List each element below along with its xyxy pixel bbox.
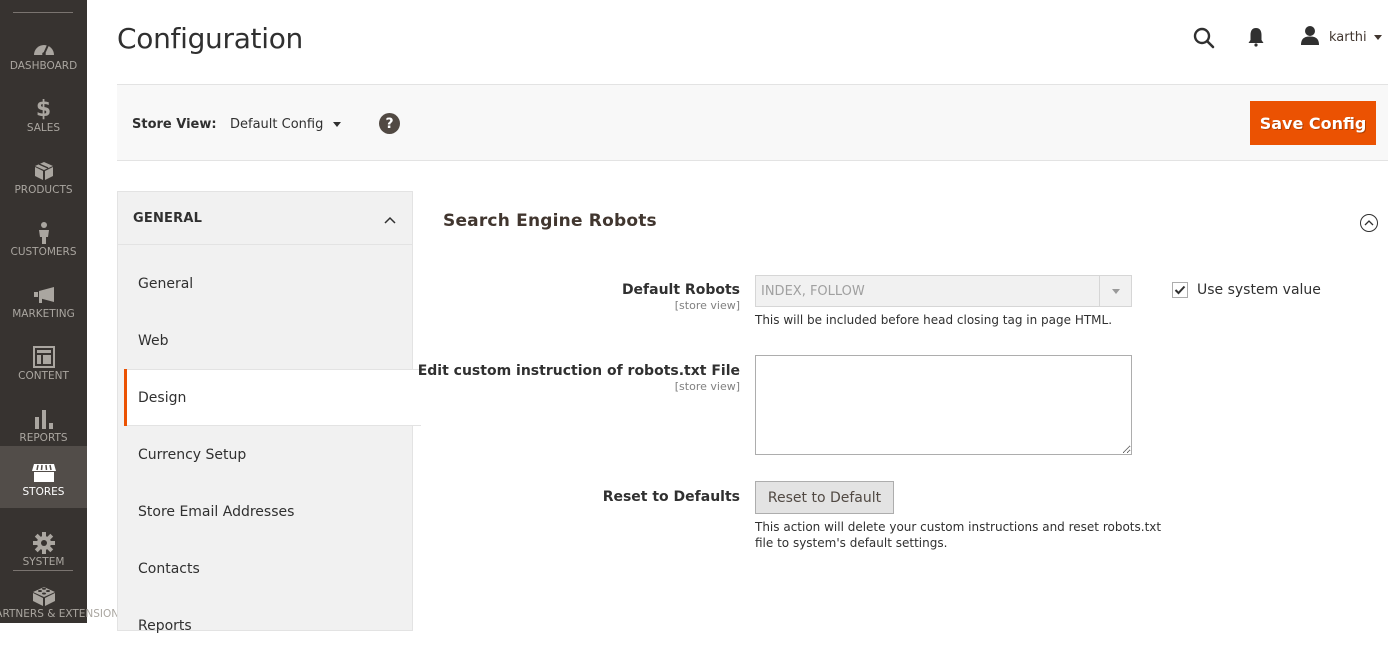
scope-label: [store view] <box>674 299 740 312</box>
tab-reports[interactable]: Reports <box>118 597 412 654</box>
use-system-value-label: Use system value <box>1197 282 1321 298</box>
save-config-button[interactable]: Save Config <box>1250 101 1376 145</box>
collapse-section-icon[interactable] <box>1360 214 1378 232</box>
box-icon <box>34 158 54 184</box>
tab-design[interactable]: Design <box>124 369 421 426</box>
nav-item-sales[interactable]: $ Sales <box>0 86 87 148</box>
scope-label: [store view] <box>674 380 740 393</box>
store-view-selected: Default Config <box>230 117 324 132</box>
page-title: Configuration <box>117 22 303 55</box>
store-switcher-bar: Store View: Default Config ? Save Config <box>117 84 1388 161</box>
default-robots-value: INDEX, FOLLOW <box>761 283 865 299</box>
reset-to-default-button[interactable]: Reset to Default <box>755 481 894 514</box>
store-view-dropdown[interactable]: Default Config <box>230 117 342 132</box>
admin-nav: Dashboard $ Sales Products Customers Mar… <box>0 0 126 623</box>
nav-item-products[interactable]: Products <box>0 148 87 210</box>
custom-instructions-textarea[interactable] <box>755 355 1132 455</box>
help-icon[interactable]: ? <box>379 113 400 134</box>
tab-label: Design <box>138 389 187 406</box>
search-icon[interactable] <box>1192 26 1216 54</box>
custom-instructions-label: Edit custom instruction of robots.txt Fi… <box>417 363 740 379</box>
tab-currency-setup[interactable]: Currency Setup <box>118 426 412 483</box>
tab-group-title: GENERAL <box>133 210 203 226</box>
bar-chart-icon <box>34 406 54 432</box>
bell-icon[interactable] <box>1246 27 1266 51</box>
lego-brick-icon <box>32 582 56 608</box>
nav-divider <box>13 12 73 13</box>
nav-divider <box>13 570 73 571</box>
tab-label: Web <box>138 332 169 349</box>
user-menu[interactable]: karthi <box>1300 25 1382 49</box>
tab-web[interactable]: Web <box>118 312 412 369</box>
section-title: Search Engine Robots <box>443 211 657 231</box>
default-robots-select[interactable]: INDEX, FOLLOW <box>755 275 1132 307</box>
check-icon <box>1174 285 1186 295</box>
tab-store-email-addresses[interactable]: Store Email Addresses <box>118 483 412 540</box>
tab-contacts[interactable]: Contacts <box>118 540 412 597</box>
reset-note-line: file to system's default settings. <box>755 536 948 550</box>
megaphone-icon <box>33 282 55 308</box>
nav-item-content[interactable]: Content <box>0 334 87 396</box>
checkbox[interactable] <box>1172 282 1188 298</box>
tab-label: Contacts <box>138 560 200 577</box>
chevron-up-icon <box>384 209 396 228</box>
tab-label: Currency Setup <box>138 446 247 463</box>
store-icon <box>31 460 57 486</box>
tab-group-general[interactable]: GENERAL <box>118 192 412 245</box>
chevron-down-icon <box>1099 276 1131 306</box>
nav-item-customers[interactable]: Customers <box>0 210 87 272</box>
use-system-value-checkbox[interactable]: Use system value <box>1172 282 1321 298</box>
gear-icon <box>32 530 55 556</box>
tab-label: Reports <box>138 617 192 634</box>
dollar-icon: $ <box>35 96 52 122</box>
chevron-down-icon <box>1373 34 1382 40</box>
reset-note-line: This action will delete your custom inst… <box>755 520 1162 534</box>
default-robots-label: Default Robots <box>621 282 740 298</box>
tab-label: Store Email Addresses <box>138 503 295 520</box>
layout-icon <box>32 344 55 370</box>
user-icon <box>1300 25 1320 49</box>
person-icon <box>38 220 50 246</box>
config-tabs: GENERAL General Web Design Currency Setu… <box>117 191 421 634</box>
reset-defaults-label: Reset to Defaults <box>602 489 740 505</box>
user-name: karthi <box>1329 29 1367 45</box>
store-view-label: Store View: <box>132 117 217 132</box>
default-robots-note: This will be included before head closin… <box>755 313 1113 327</box>
reset-note: This action will delete your custom inst… <box>755 519 1161 551</box>
tab-general[interactable]: General <box>118 255 412 312</box>
nav-item-marketing[interactable]: Marketing <box>0 272 87 334</box>
nav-item-find-partners[interactable]: Find Partners & Extensions <box>0 572 126 634</box>
nav-item-stores[interactable]: Stores <box>0 446 87 508</box>
nav-item-dashboard[interactable]: Dashboard <box>0 24 87 86</box>
tab-label: General <box>138 275 194 292</box>
dashboard-icon <box>32 34 56 60</box>
chevron-down-icon <box>333 122 342 127</box>
